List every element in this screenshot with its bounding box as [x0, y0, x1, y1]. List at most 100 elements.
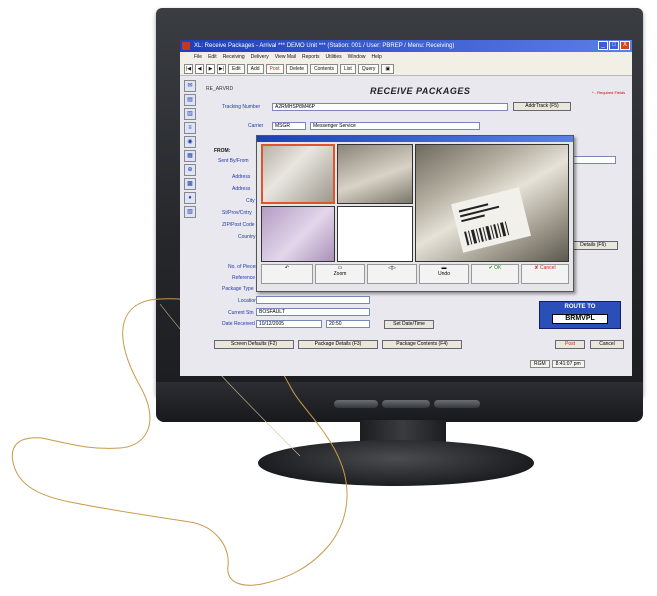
window-titlebar: XL: Receive Packages - Arrival *** DEMO …	[180, 40, 632, 52]
package-photo-thumbnail-2[interactable]	[337, 144, 413, 204]
cancel-button[interactable]: Cancel	[590, 340, 624, 349]
menu-delivery[interactable]: Delivery	[251, 52, 269, 62]
status-user: RGM	[530, 360, 550, 368]
menu-window[interactable]: Window	[348, 52, 366, 62]
side-toolbar: ✉ ▤ ▥ ≡ ◉ ▦ ⊕ ▩ ♦ ▧	[184, 80, 198, 250]
menu-utilities[interactable]: Utilities	[326, 52, 342, 62]
time-field[interactable]: 20:50	[326, 320, 370, 328]
ok-label: OK	[494, 265, 502, 271]
prev-record-button[interactable]: ◀	[195, 63, 204, 74]
printer-icon[interactable]: ▩	[184, 178, 196, 190]
menu-file[interactable]: File	[194, 52, 202, 62]
set-date-time-button[interactable]: Set Date/Time	[384, 320, 434, 329]
route-to-panel: ROUTE TO BRMVPL	[539, 301, 621, 329]
status-time: 8:41:07 pm	[551, 360, 585, 368]
close-button[interactable]: X	[620, 41, 630, 50]
report-icon[interactable]: ▧	[184, 206, 196, 218]
state-label: St/Prov/Cntry	[222, 210, 252, 216]
address1-label: Address	[232, 174, 251, 180]
contents-button[interactable]: Contents	[310, 63, 339, 74]
package-photo-thumbnail-3[interactable]	[261, 206, 335, 262]
details-button[interactable]: Details (F6)	[568, 241, 618, 250]
required-note: * - Required Fields	[592, 90, 626, 95]
carrier-code-field[interactable]: MSGR	[272, 122, 306, 130]
empty-photo-slot[interactable]	[337, 206, 413, 262]
post-toolbar-button[interactable]: Post	[265, 63, 284, 74]
location-label: Location	[238, 298, 257, 304]
add-button[interactable]: Add	[246, 63, 264, 74]
from-heading: FROM:	[214, 148, 231, 154]
menu-help[interactable]: Help	[371, 52, 381, 62]
sent-by-label: Sent By/From	[218, 158, 249, 164]
cancel-label: Cancel	[540, 265, 556, 271]
monitor-button-middle	[382, 400, 430, 408]
last-record-button[interactable]: ▶|	[217, 63, 226, 74]
route-to-label: ROUTE TO	[564, 304, 596, 310]
undo-label: Undo	[438, 271, 450, 277]
date-received-label: Date Received	[222, 321, 255, 327]
save-tool[interactable]: ▬ Undo	[419, 264, 469, 284]
carrier-name-field[interactable]: Messenger Service	[310, 122, 480, 130]
location-field[interactable]	[256, 296, 370, 304]
tracking-field[interactable]: A2RMHSP8M46P	[272, 103, 508, 111]
dialog-titlebar	[257, 136, 573, 142]
screen-defaults-button[interactable]: Screen Defaults (F2)	[214, 340, 294, 349]
current-stn-label: Current Stn	[228, 310, 254, 316]
package-type-label: Package Type	[222, 286, 254, 292]
list-button[interactable]: List	[340, 63, 356, 74]
date-field[interactable]: 10/12/2005	[256, 320, 322, 328]
delete-button[interactable]: Delete	[285, 63, 308, 74]
globe-icon[interactable]: ⊕	[184, 164, 196, 176]
tag-icon[interactable]: ♦	[184, 192, 196, 204]
page-title: RECEIVE PACKAGES	[370, 86, 471, 96]
barcode-label-icon	[450, 187, 532, 253]
menu-reports[interactable]: Reports	[302, 52, 320, 62]
next-record-button[interactable]: ▶	[206, 63, 215, 74]
cancel-tool[interactable]: ✘ Cancel	[521, 264, 569, 284]
app-icon	[182, 42, 190, 50]
pieces-label: No. of Pieces	[228, 264, 258, 270]
route-to-value: BRMVPL	[552, 314, 608, 324]
package-photo-preview	[415, 144, 569, 262]
reference-label: Reference	[232, 275, 256, 281]
ok-tool[interactable]: ✔ OK	[471, 264, 519, 284]
package-icon[interactable]: ▤	[184, 94, 196, 106]
current-stn-field[interactable]: BOSFAULT	[256, 308, 370, 316]
add-track-button[interactable]: AddrTrack (F5)	[513, 102, 571, 111]
monitor-button-right	[434, 400, 480, 408]
window-title: XL: Receive Packages - Arrival *** DEMO …	[194, 43, 455, 49]
stamp-tool[interactable]: ◁▷	[367, 264, 417, 284]
undo-tool[interactable]: ↶	[261, 264, 313, 284]
edit-button[interactable]: Edit	[228, 63, 245, 74]
scan-icon[interactable]: ▥	[184, 108, 196, 120]
form-code: RE_ARVRD	[206, 86, 234, 92]
minimize-button[interactable]: _	[598, 41, 608, 50]
book-icon[interactable]: ▣	[381, 63, 395, 74]
maximize-button[interactable]: □	[609, 41, 619, 50]
receive-icon[interactable]: ✉	[184, 80, 196, 92]
package-photo-thumbnail-1[interactable]	[261, 144, 335, 204]
package-contents-button[interactable]: Package Contents (F4)	[382, 340, 462, 349]
camera-icon[interactable]: ◉	[184, 136, 196, 148]
zoom-label: Zoom	[333, 271, 347, 277]
carrier-label: Carrier	[248, 123, 264, 129]
package-details-button[interactable]: Package Details (F3)	[298, 340, 378, 349]
menu-edit[interactable]: Edit	[208, 52, 217, 62]
zoom-tool[interactable]: ▭ Zoom	[315, 264, 365, 284]
image-viewer-dialog: ↶ ▭ Zoom ◁▷ ▬ Undo ✔ OK ✘ Cancel	[256, 135, 574, 292]
tracking-label: Tracking Number	[222, 104, 261, 110]
list-icon[interactable]: ≡	[184, 122, 196, 134]
menu-receiving[interactable]: Receiving	[223, 52, 245, 62]
status-bar: RGM 8:41:07 pm	[530, 360, 585, 368]
country-label: Country	[238, 234, 256, 240]
city-label: City	[246, 198, 255, 204]
post-button[interactable]: Post	[555, 340, 585, 349]
query-button[interactable]: Query	[357, 63, 380, 74]
menu-bar: File Edit Receiving Delivery View Mail R…	[180, 52, 632, 62]
first-record-button[interactable]: |◀	[184, 63, 193, 74]
label-icon[interactable]: ▦	[184, 150, 196, 162]
zip-label: ZIP/Post Code	[222, 222, 255, 228]
recipient-field[interactable]	[568, 156, 616, 164]
toolbar: |◀ ◀ ▶ ▶| Edit Add Post Delete Contents …	[180, 62, 632, 76]
menu-view-mail[interactable]: View Mail	[275, 52, 296, 62]
